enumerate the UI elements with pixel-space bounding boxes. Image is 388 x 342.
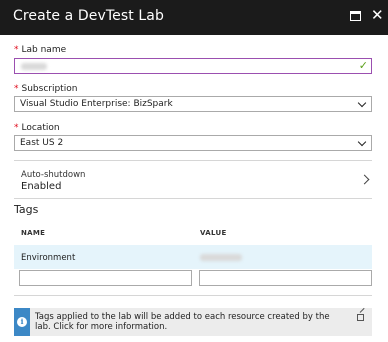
info-banner-accent: i xyxy=(14,308,30,336)
tag-name-cell: Environment xyxy=(21,253,76,263)
chevron-right-icon xyxy=(359,174,370,185)
divider xyxy=(14,295,372,296)
lab-name-input[interactable]: ✓ xyxy=(14,58,372,74)
subscription-select[interactable]: Visual Studio Enterprise: BizSpark xyxy=(14,96,372,112)
required-asterisk: * xyxy=(14,84,19,94)
tag-value-redacted xyxy=(200,254,242,261)
close-icon[interactable]: ✕ xyxy=(371,8,384,23)
column-header-name: NAME xyxy=(21,229,46,237)
lab-name-value-redacted xyxy=(21,63,47,70)
maximize-icon[interactable] xyxy=(350,11,361,21)
title-bar: Create a DevTest Lab ✕ xyxy=(0,0,388,35)
location-select[interactable]: East US 2 xyxy=(14,135,372,151)
checkmark-icon: ✓ xyxy=(358,59,368,72)
window-title: Create a DevTest Lab xyxy=(13,8,164,24)
location-value: East US 2 xyxy=(20,138,64,148)
tags-section-title: Tags xyxy=(14,203,39,216)
auto-shutdown-label: Auto-shutdown xyxy=(21,170,86,180)
divider xyxy=(14,160,372,161)
chevron-down-icon xyxy=(357,98,367,108)
chevron-down-icon xyxy=(357,137,367,147)
auto-shutdown-value: Enabled xyxy=(21,181,62,192)
external-link-icon[interactable] xyxy=(357,314,364,321)
location-label: * Location xyxy=(14,123,60,133)
new-tag-value-input[interactable] xyxy=(199,270,372,286)
column-header-value: VALUE xyxy=(200,229,227,237)
subscription-value: Visual Studio Enterprise: BizSpark xyxy=(20,99,173,109)
info-text: Tags applied to the lab will be added to… xyxy=(35,312,330,332)
subscription-label: * Subscription xyxy=(14,84,78,94)
required-asterisk: * xyxy=(14,123,19,133)
lab-name-label: * Lab name xyxy=(14,45,67,55)
required-asterisk: * xyxy=(14,45,19,55)
info-icon: i xyxy=(17,317,27,327)
new-tag-name-input[interactable] xyxy=(19,270,192,286)
divider xyxy=(14,198,372,199)
info-banner[interactable]: i Tags applied to the lab will be added … xyxy=(14,308,372,336)
